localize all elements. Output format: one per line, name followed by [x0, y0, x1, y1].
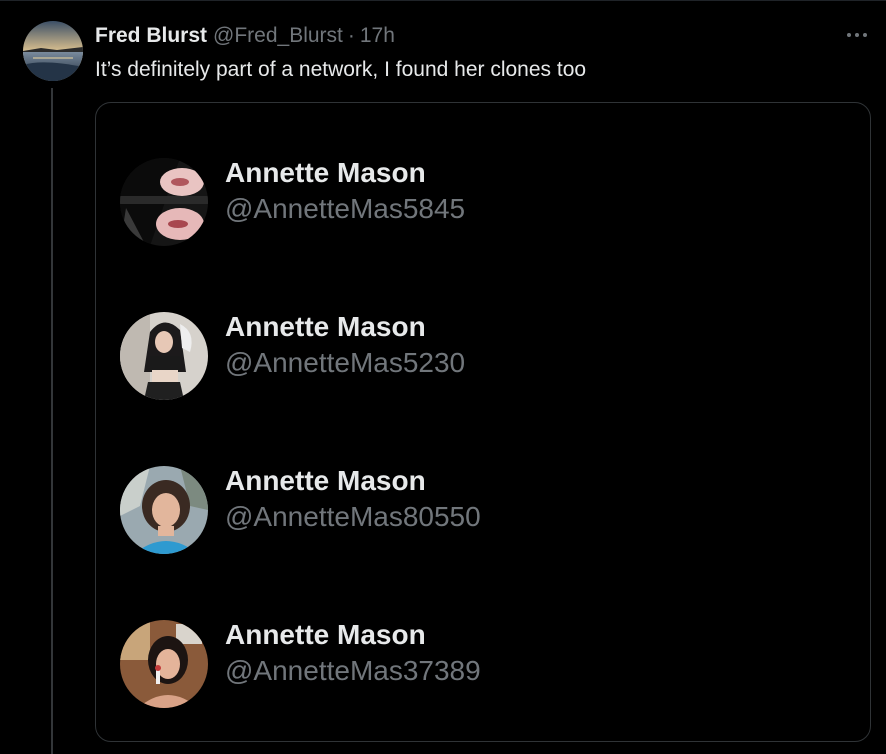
author-avatar[interactable]: [23, 21, 83, 81]
account-avatar: [120, 312, 208, 400]
account-row: Annette Mason @AnnetteMas5230: [120, 304, 720, 400]
account-display-name: Annette Mason: [225, 465, 426, 496]
account-handle: @AnnetteMas80550: [225, 501, 481, 532]
account-handle: @AnnetteMas37389: [225, 655, 481, 686]
tweet-media-card[interactable]: Annette Mason @AnnetteMas5845 Annette Ma…: [95, 102, 871, 742]
account-avatar-image: [120, 312, 208, 400]
account-display-name: Annette Mason: [225, 157, 426, 188]
account-row: Annette Mason @AnnetteMas5845: [120, 150, 720, 246]
thread-connector-line: [51, 88, 53, 754]
account-avatar-image: [120, 620, 208, 708]
account-display-name: Annette Mason: [225, 311, 426, 342]
separator-dot: ·: [347, 24, 355, 47]
account-avatar: [120, 158, 208, 246]
account-row: Annette Mason @AnnetteMas37389: [120, 612, 720, 708]
account-avatar: [120, 620, 208, 708]
author-avatar-image: [23, 21, 83, 81]
account-row: Annette Mason @AnnetteMas80550: [120, 458, 720, 554]
tweet-header: Fred Blurst @Fred_Blurst · 17h: [95, 23, 395, 49]
tweet-text: It’s definitely part of a network, I fou…: [95, 58, 587, 81]
account-avatar-image: [120, 466, 208, 554]
account-display-name: Annette Mason: [225, 619, 426, 650]
author-handle[interactable]: @Fred_Blurst: [213, 24, 343, 48]
top-divider: [0, 0, 886, 1]
more-horizontal-icon: [847, 33, 867, 37]
account-handle: @AnnetteMas5230: [225, 347, 466, 378]
author-display-name[interactable]: Fred Blurst: [95, 24, 207, 48]
account-avatar: [120, 466, 208, 554]
tweet-timestamp[interactable]: 17h: [360, 24, 395, 48]
account-handle: @AnnetteMas5845: [225, 193, 466, 224]
more-options-button[interactable]: [842, 22, 872, 48]
account-avatar-image: [120, 158, 208, 246]
